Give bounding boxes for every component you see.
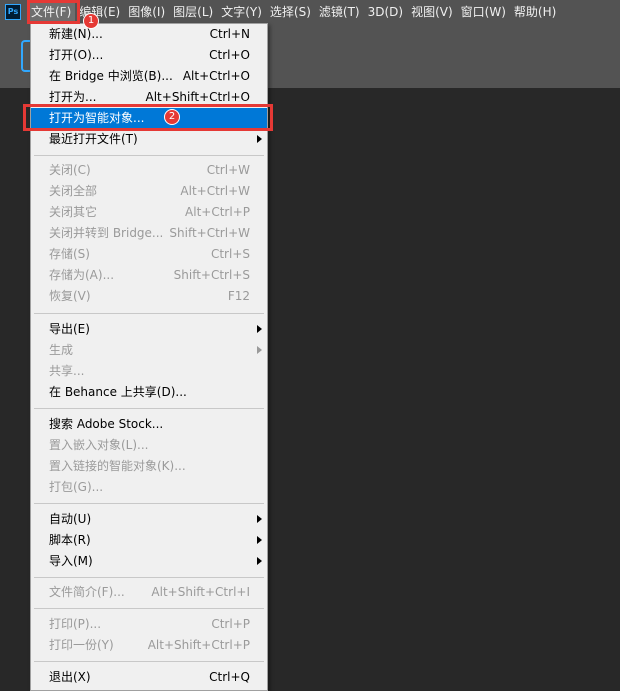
photoshop-logo-icon: Ps: [5, 4, 21, 20]
step-badge-2: 2: [164, 109, 180, 125]
menu-filter[interactable]: 滤镜(T): [315, 0, 364, 24]
menu-item-open-recent[interactable]: 最近打开文件(T): [31, 129, 267, 150]
menu-item-generate[interactable]: 生成: [31, 340, 267, 361]
menu-item-label: 关闭全部: [49, 184, 98, 198]
menu-window[interactable]: 窗口(W): [457, 0, 510, 24]
menu-item-label: 最近打开文件(T): [49, 132, 138, 146]
submenu-arrow-icon: [257, 557, 262, 565]
menu-item-revert[interactable]: 恢复(V) F12: [31, 286, 267, 307]
menu-item-automate[interactable]: 自动(U): [31, 509, 267, 530]
menu-separator: [34, 408, 264, 409]
menu-item-shortcut: Alt+Ctrl+W: [180, 184, 250, 198]
menu-item-label: 在 Bridge 中浏览(B)...: [49, 69, 173, 83]
menu-item-print-one-copy[interactable]: 打印一份(Y) Alt+Shift+Ctrl+P: [31, 635, 267, 656]
menu-item-label: 置入链接的智能对象(K)...: [49, 459, 186, 473]
menu-item-label: 文件简介(F)...: [49, 585, 125, 599]
menu-view[interactable]: 视图(V): [407, 0, 457, 24]
menu-item-import[interactable]: 导入(M): [31, 551, 267, 572]
submenu-arrow-icon: [257, 135, 262, 143]
menu-item-file-info[interactable]: 文件简介(F)... Alt+Shift+Ctrl+I: [31, 582, 267, 603]
menu-item-label: 存储(S): [49, 247, 90, 261]
menu-item-label: 退出(X): [49, 670, 91, 684]
menu-item-label: 关闭(C): [49, 163, 91, 177]
menu-item-share[interactable]: 共享...: [31, 361, 267, 382]
submenu-arrow-icon: [257, 325, 262, 333]
menu-select[interactable]: 选择(S): [266, 0, 315, 24]
menu-item-label: 打印(P)...: [49, 617, 102, 631]
menu-item-close[interactable]: 关闭(C) Ctrl+W: [31, 160, 267, 181]
menu-layer[interactable]: 图层(L): [169, 0, 217, 24]
menu-help[interactable]: 帮助(H): [510, 0, 560, 24]
menu-item-label: 打印一份(Y): [49, 638, 114, 652]
menu-item-close-others[interactable]: 关闭其它 Alt+Ctrl+P: [31, 202, 267, 223]
menu-item-label: 生成: [49, 343, 74, 357]
annotation-box-open-as-smart-object: [23, 104, 273, 131]
menu-item-save-as[interactable]: 存储为(A)... Shift+Ctrl+S: [31, 265, 267, 286]
menu-item-shortcut: Shift+Ctrl+W: [169, 226, 250, 240]
annotation-box-file-menu: [27, 0, 80, 24]
menu-item-shortcut: Ctrl+O: [209, 48, 250, 62]
submenu-arrow-icon: [257, 515, 262, 523]
menu-item-label: 打开(O)...: [49, 48, 104, 62]
menu-item-new[interactable]: 新建(N)... Ctrl+N: [31, 24, 267, 45]
menu-item-browse-in-bridge[interactable]: 在 Bridge 中浏览(B)... Alt+Ctrl+O: [31, 66, 267, 87]
menu-item-scripts[interactable]: 脚本(R): [31, 530, 267, 551]
menu-separator: [34, 155, 264, 156]
menu-item-print[interactable]: 打印(P)... Ctrl+P: [31, 614, 267, 635]
menu-item-label: 存储为(A)...: [49, 268, 115, 282]
menu-item-close-and-go-to-bridge[interactable]: 关闭并转到 Bridge... Shift+Ctrl+W: [31, 223, 267, 244]
menu-item-close-all[interactable]: 关闭全部 Alt+Ctrl+W: [31, 181, 267, 202]
menu-item-package[interactable]: 打包(G)...: [31, 477, 267, 498]
menu-item-label: 在 Behance 上共享(D)...: [49, 385, 187, 399]
menu-item-shortcut: Ctrl+Q: [209, 670, 250, 684]
menu-item-label: 脚本(R): [49, 533, 91, 547]
menu-3d[interactable]: 3D(D): [364, 0, 407, 24]
menu-item-open[interactable]: 打开(O)... Ctrl+O: [31, 45, 267, 66]
menu-item-shortcut: Alt+Shift+Ctrl+P: [147, 638, 250, 652]
menu-item-label: 打包(G)...: [49, 480, 104, 494]
menu-item-label: 导入(M): [49, 554, 93, 568]
photoshop-window: Ps 文件(F) 编辑(E) 图像(I) 图层(L) 文字(Y) 选择(S) 滤…: [0, 0, 620, 691]
menu-item-shortcut: Ctrl+S: [210, 247, 250, 261]
menu-separator: [34, 313, 264, 314]
menu-item-label: 恢复(V): [49, 289, 91, 303]
menu-separator: [34, 577, 264, 578]
menu-item-label: 搜索 Adobe Stock...: [49, 417, 164, 431]
menu-item-export[interactable]: 导出(E): [31, 319, 267, 340]
menu-item-shortcut: Ctrl+P: [211, 617, 250, 631]
menu-item-label: 导出(E): [49, 322, 90, 336]
menu-item-shortcut: Ctrl+W: [206, 163, 250, 177]
menu-item-place-embedded[interactable]: 置入嵌入对象(L)...: [31, 435, 267, 456]
menu-item-shortcut: Alt+Ctrl+O: [182, 69, 250, 83]
menu-item-label: 置入嵌入对象(L)...: [49, 438, 149, 452]
menu-item-shortcut: Alt+Ctrl+P: [185, 205, 250, 219]
step-badge-1: 1: [83, 13, 99, 29]
menu-separator: [34, 503, 264, 504]
menu-item-exit[interactable]: 退出(X) Ctrl+Q: [31, 667, 267, 688]
submenu-arrow-icon: [257, 346, 262, 354]
menu-item-label: 关闭其它: [49, 205, 98, 219]
menu-item-shortcut: Ctrl+N: [209, 27, 250, 41]
submenu-arrow-icon: [257, 536, 262, 544]
menu-item-save[interactable]: 存储(S) Ctrl+S: [31, 244, 267, 265]
menu-image[interactable]: 图像(I): [124, 0, 169, 24]
menu-item-label: 关闭并转到 Bridge...: [49, 226, 164, 240]
menu-item-shortcut: Alt+Shift+Ctrl+I: [151, 585, 250, 599]
menu-item-share-on-behance[interactable]: 在 Behance 上共享(D)...: [31, 382, 267, 403]
menu-item-search-adobe-stock[interactable]: 搜索 Adobe Stock...: [31, 414, 267, 435]
menu-item-shortcut: F12: [227, 289, 250, 303]
menu-item-place-linked[interactable]: 置入链接的智能对象(K)...: [31, 456, 267, 477]
menu-separator: [34, 608, 264, 609]
menu-type[interactable]: 文字(Y): [217, 0, 266, 24]
menu-item-label: 自动(U): [49, 512, 92, 526]
menu-separator: [34, 661, 264, 662]
menu-item-label: 共享...: [49, 364, 85, 378]
menu-item-shortcut: Shift+Ctrl+S: [173, 268, 250, 282]
